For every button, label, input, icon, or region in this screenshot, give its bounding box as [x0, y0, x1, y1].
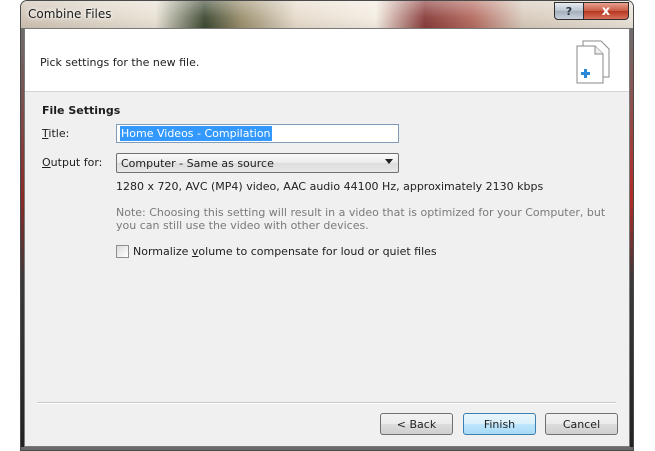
finish-button[interactable]: Finish [463, 413, 536, 435]
title-input[interactable]: Home Videos - Compilation [116, 124, 399, 143]
footer-divider [37, 402, 616, 404]
close-icon: x [601, 3, 611, 19]
frame-edge-bottom [21, 447, 633, 450]
title-input-value: Home Videos - Compilation [120, 126, 272, 141]
format-info-text: 1280 x 720, AVC (MP4) video, AAC audio 4… [116, 180, 544, 193]
output-for-value: Computer - Same as source [121, 156, 274, 170]
normalize-volume-row[interactable]: Normalize volume to compensate for loud … [116, 245, 437, 258]
window-title: Combine Files [28, 7, 112, 21]
normalize-volume-checkbox[interactable] [116, 245, 129, 258]
dialog-window: Combine Files ? x Pick settings for the … [20, 0, 634, 451]
dialog-subtitle: Pick settings for the new file. [40, 56, 200, 69]
normalize-label-pre: Normalize [133, 245, 192, 258]
output-label-text: utput for: [50, 156, 103, 169]
section-title-file-settings: File Settings [42, 104, 121, 117]
note-text: Note: Choosing this setting will result … [116, 206, 606, 232]
chevron-down-icon [385, 159, 393, 164]
title-label: Title: [42, 127, 69, 140]
help-button[interactable]: ? [554, 2, 584, 20]
title-label-text: itle: [48, 127, 70, 140]
close-button[interactable]: x [583, 2, 629, 20]
question-icon: ? [565, 4, 573, 18]
cancel-button[interactable]: Cancel [545, 413, 618, 435]
normalize-label-post: olume to compensate for loud or quiet fi… [198, 245, 437, 258]
output-label-accesskey: O [42, 156, 51, 169]
title-bar[interactable]: Combine Files ? x [21, 1, 633, 28]
frame-edge-right [630, 28, 633, 450]
output-for-select[interactable]: Computer - Same as source [116, 153, 399, 173]
normalize-volume-label[interactable]: Normalize volume to compensate for loud … [133, 245, 437, 258]
document-add-icon [576, 40, 610, 84]
dialog-header: Pick settings for the new file. [25, 29, 629, 92]
dialog-client: Pick settings for the new file. File Set… [24, 28, 630, 447]
back-button[interactable]: < Back [380, 413, 453, 435]
output-label: Output for: [42, 156, 102, 169]
